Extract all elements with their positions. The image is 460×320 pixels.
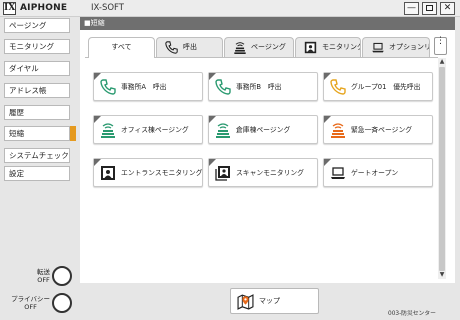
speed-dial-office-paging[interactable]: オフィス棟ページング — [93, 115, 203, 144]
close-button[interactable]: ✕ — [440, 2, 455, 15]
transfer-toggle-icon[interactable] — [52, 266, 72, 286]
button-label: 倉庫棟ページング — [236, 126, 291, 134]
speed-dial-warehouse-paging[interactable]: 倉庫棟ページング — [208, 115, 318, 144]
speaker-icon — [330, 122, 346, 138]
station-name: 003-防災センター — [388, 311, 436, 317]
transfer-label: 転送 OFF — [37, 268, 50, 284]
button-label: 事務所B 呼出 — [236, 83, 282, 91]
phone-icon — [165, 41, 178, 57]
sidebar-item-speed-dial[interactable]: 短縮 — [4, 126, 76, 141]
sidebar-item-system-check[interactable]: システムチェック — [4, 148, 70, 163]
aiphone-logo-icon: IX — [3, 2, 16, 15]
speed-dial-emergency-paging[interactable]: 緊急一斉ページング — [323, 115, 433, 144]
phone-icon — [215, 79, 231, 95]
transfer-label-title: 転送 — [37, 268, 50, 276]
maximize-icon — [426, 5, 433, 11]
scroll-down-icon[interactable]: ▼ — [438, 271, 446, 279]
privacy-label-title: プライバシー — [11, 295, 50, 303]
speed-dial-group01-priority-call[interactable]: グループ01 優先呼出 — [323, 72, 433, 101]
map-pin-icon — [237, 293, 254, 312]
maximize-button[interactable] — [422, 2, 437, 15]
sidebar-item-settings[interactable]: 設定 — [4, 166, 70, 181]
privacy-state: OFF — [24, 303, 37, 311]
button-label: エントランスモニタリング — [121, 169, 203, 177]
button-label: ゲートオープン — [351, 169, 399, 177]
laptop-icon — [330, 165, 346, 181]
sidebar-item-dial[interactable]: ダイヤル — [4, 61, 70, 76]
tab-call-label: 呼出 — [183, 43, 197, 51]
tab-paging[interactable]: ページング — [224, 37, 294, 57]
privacy-label: プライバシー OFF — [11, 295, 50, 311]
scrollbar-thumb[interactable] — [439, 67, 445, 271]
monitor-person-icon — [304, 41, 317, 57]
privacy-toggle[interactable]: プライバシー OFF — [2, 293, 74, 315]
sidebar-item-address-book[interactable]: アドレス帳 — [4, 83, 70, 98]
map-button[interactable]: マップ — [230, 288, 319, 314]
tab-paging-label: ページング — [251, 43, 286, 51]
tab-all-label: すべて — [111, 43, 132, 51]
brand-name: AIPHONE — [20, 3, 68, 13]
phone-icon — [100, 79, 116, 95]
speed-dial-scan-monitoring[interactable]: スキャンモニタリング — [208, 158, 318, 187]
speed-dial-entrance-monitoring[interactable]: エントランスモニタリング — [93, 158, 203, 187]
sidebar-item-monitoring[interactable]: モニタリング — [4, 39, 70, 54]
laptop-icon — [371, 41, 385, 57]
speed-dial-office-a-call[interactable]: 事務所A 呼出 — [93, 72, 203, 101]
tab-all[interactable]: すべて — [88, 37, 155, 58]
tab-option-relay[interactable]: オプションリレー — [362, 37, 430, 57]
map-button-label: マップ — [259, 297, 280, 305]
sidebar-item-history[interactable]: 履歴 — [4, 105, 70, 120]
button-label: 緊急一斉ページング — [351, 126, 413, 134]
speaker-icon — [215, 122, 231, 138]
more-tabs-button[interactable]: ⋮ — [434, 37, 447, 55]
speaker-icon — [233, 41, 247, 57]
phone-icon — [330, 79, 346, 95]
tab-option-relay-label: オプションリレー — [389, 43, 430, 51]
button-label: グループ01 優先呼出 — [351, 83, 421, 91]
transfer-state: OFF — [37, 276, 50, 284]
sidebar-item-paging[interactable]: ページング — [4, 18, 70, 33]
privacy-toggle-icon[interactable] — [52, 293, 72, 313]
button-label: 事務所A 呼出 — [121, 83, 167, 91]
panel-header: ■短縮 — [80, 17, 455, 30]
scan-monitor-icon — [215, 165, 231, 181]
sidebar: ページング モニタリング ダイヤル アドレス帳 履歴 短縮 システムチェック 設… — [0, 17, 77, 320]
tab-monitoring-label: モニタリング — [322, 43, 361, 51]
speaker-icon — [100, 122, 116, 138]
tab-monitoring[interactable]: モニタリング — [295, 37, 361, 57]
button-label: オフィス棟ページング — [121, 126, 189, 134]
speed-dial-gate-open[interactable]: ゲートオープン — [323, 158, 433, 187]
scroll-up-icon[interactable]: ▲ — [438, 58, 446, 66]
title-bar: IX AIPHONE IX-SOFT — ✕ — [0, 0, 460, 17]
product-name: IX-SOFT — [91, 3, 124, 13]
button-label: スキャンモニタリング — [236, 169, 304, 177]
transfer-toggle[interactable]: 転送 OFF — [2, 266, 74, 288]
tab-call[interactable]: 呼出 — [156, 37, 223, 57]
minimize-button[interactable]: — — [404, 2, 419, 15]
monitor-person-icon — [100, 165, 116, 181]
speed-dial-office-b-call[interactable]: 事務所B 呼出 — [208, 72, 318, 101]
